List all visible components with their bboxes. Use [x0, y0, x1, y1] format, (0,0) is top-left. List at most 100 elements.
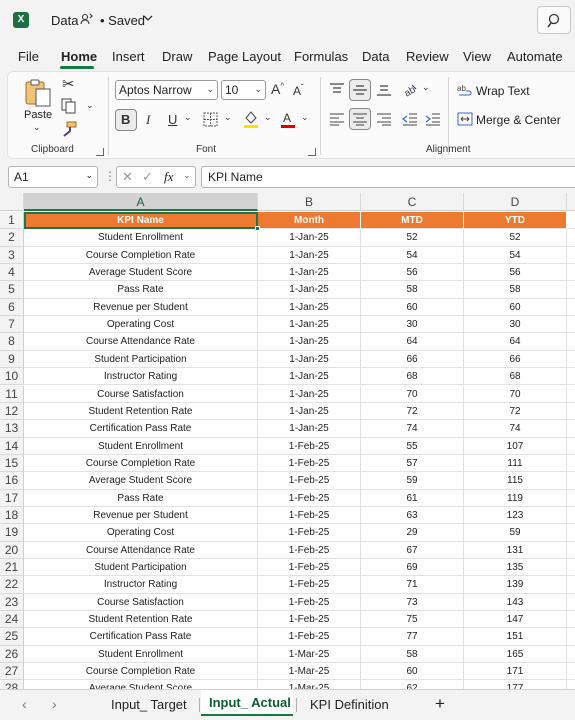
table-cell[interactable]: Student Enrollment: [24, 645, 258, 664]
table-cell[interactable]: Student Retention Rate: [24, 402, 258, 421]
tab-insert[interactable]: Insert: [112, 49, 145, 64]
tab-automate[interactable]: Automate: [507, 49, 563, 64]
table-cell[interactable]: 1-Jan-25: [258, 281, 361, 299]
table-cell[interactable]: 165: [464, 645, 567, 664]
tab-data[interactable]: Data: [362, 49, 389, 64]
table-cell[interactable]: 1-Feb-25: [258, 489, 361, 507]
table-cell[interactable]: 60: [361, 298, 464, 317]
table-cell[interactable]: Pass Rate: [24, 489, 258, 507]
cancel-icon[interactable]: ✕: [122, 169, 133, 185]
table-cell[interactable]: 75: [361, 611, 464, 629]
table-cell[interactable]: Student Participation: [24, 559, 258, 577]
font-color-dropdown-chevron-icon[interactable]: ⌄: [301, 112, 309, 123]
align-right-icon[interactable]: [376, 112, 392, 126]
table-cell[interactable]: 111: [464, 454, 567, 473]
chevron-down-icon[interactable]: ⌄: [183, 170, 191, 181]
table-cell[interactable]: Revenue per Student: [24, 506, 258, 525]
table-cell[interactable]: 1-Mar-25: [258, 663, 361, 681]
table-cell[interactable]: 177: [464, 680, 567, 689]
table-cell[interactable]: 72: [464, 402, 567, 421]
sheet-tab-input-actual[interactable]: Input_ Actual: [209, 695, 291, 710]
table-cell[interactable]: [567, 472, 575, 490]
table-cell[interactable]: 64: [361, 333, 464, 351]
table-cell[interactable]: 60: [464, 298, 567, 317]
table-cell[interactable]: Student Enrollment: [24, 229, 258, 247]
table-cell[interactable]: 30: [361, 316, 464, 334]
table-cell[interactable]: Course Satisfaction: [24, 593, 258, 612]
table-cell[interactable]: Course Attendance Rate: [24, 541, 258, 559]
wrap-text-icon[interactable]: ab: [457, 83, 473, 99]
table-cell[interactable]: [567, 333, 575, 351]
paste-dropdown-chevron-icon[interactable]: ⌄: [33, 122, 41, 133]
table-cell[interactable]: 70: [361, 385, 464, 403]
header-cell[interactable]: YTD: [464, 212, 567, 230]
table-cell[interactable]: 123: [464, 506, 567, 525]
table-cell[interactable]: [567, 281, 575, 299]
paste-icon[interactable]: [24, 78, 52, 108]
sheet-tab-kpi-definition[interactable]: KPI Definition: [310, 697, 389, 712]
table-cell[interactable]: 1-Feb-25: [258, 541, 361, 559]
table-cell[interactable]: [567, 438, 575, 455]
row-number[interactable]: 22: [0, 576, 24, 594]
search-button[interactable]: [537, 6, 571, 34]
chevron-down-icon[interactable]: [142, 12, 154, 24]
table-cell[interactable]: Certification Pass Rate: [24, 628, 258, 646]
table-cell[interactable]: 1-Feb-25: [258, 628, 361, 646]
table-cell[interactable]: 171: [464, 663, 567, 681]
table-cell[interactable]: 1-Feb-25: [258, 611, 361, 629]
table-cell[interactable]: 52: [464, 229, 567, 247]
table-cell[interactable]: 1-Feb-25: [258, 454, 361, 473]
header-cell[interactable]: KPI Name: [24, 212, 258, 230]
table-cell[interactable]: 68: [361, 368, 464, 386]
table-cell[interactable]: 1-Feb-25: [258, 576, 361, 594]
table-cell[interactable]: 29: [361, 524, 464, 542]
copy-icon[interactable]: [61, 98, 77, 114]
table-cell[interactable]: 1-Feb-25: [258, 472, 361, 490]
table-cell[interactable]: 1-Jan-25: [258, 385, 361, 403]
table-cell[interactable]: Course Completion Rate: [24, 454, 258, 473]
table-cell[interactable]: [567, 628, 575, 646]
table-cell[interactable]: 115: [464, 472, 567, 490]
row-number[interactable]: 1: [0, 212, 24, 230]
table-cell[interactable]: 143: [464, 593, 567, 612]
table-cell[interactable]: 69: [361, 559, 464, 577]
table-cell[interactable]: 1-Jan-25: [258, 229, 361, 247]
cut-icon[interactable]: ✂: [62, 75, 75, 93]
enter-check-icon[interactable]: ✓: [142, 169, 153, 185]
row-number[interactable]: 20: [0, 541, 24, 559]
table-cell[interactable]: [567, 316, 575, 334]
increase-indent-icon[interactable]: [425, 112, 441, 126]
row-number[interactable]: 28: [0, 680, 24, 689]
table-cell[interactable]: 107: [464, 437, 567, 455]
table-cell[interactable]: Revenue per Student: [24, 298, 258, 317]
table-cell[interactable]: [567, 247, 575, 265]
column-header-b[interactable]: B: [258, 193, 361, 211]
row-number[interactable]: 19: [0, 524, 24, 542]
row-number[interactable]: 23: [0, 593, 24, 612]
table-cell[interactable]: 67: [361, 541, 464, 559]
table-cell[interactable]: Course Completion Rate: [24, 663, 258, 681]
format-painter-icon[interactable]: [61, 121, 77, 137]
row-number[interactable]: 8: [0, 333, 24, 351]
table-cell[interactable]: Course Completion Rate: [24, 246, 258, 265]
table-cell[interactable]: 66: [361, 350, 464, 369]
table-cell[interactable]: 70: [464, 385, 567, 403]
font-size-select[interactable]: 10 ⌄: [221, 80, 266, 100]
table-cell[interactable]: [567, 559, 575, 577]
table-cell[interactable]: 72: [361, 402, 464, 421]
table-cell[interactable]: [567, 264, 575, 282]
table-cell[interactable]: Operating Cost: [24, 524, 258, 542]
tab-draw[interactable]: Draw: [162, 49, 192, 64]
borders-icon[interactable]: [203, 112, 218, 127]
table-cell[interactable]: 62: [361, 680, 464, 689]
table-cell[interactable]: [567, 368, 575, 386]
table-cell[interactable]: [567, 594, 575, 612]
table-cell[interactable]: [567, 420, 575, 438]
table-cell[interactable]: 58: [464, 281, 567, 299]
fill-color-dropdown-chevron-icon[interactable]: ⌄: [264, 112, 272, 123]
table-cell[interactable]: [567, 576, 575, 594]
row-number[interactable]: 25: [0, 628, 24, 646]
table-cell[interactable]: 1-Jan-25: [258, 402, 361, 421]
table-cell[interactable]: 1-Feb-25: [258, 559, 361, 577]
table-cell[interactable]: 73: [361, 593, 464, 612]
